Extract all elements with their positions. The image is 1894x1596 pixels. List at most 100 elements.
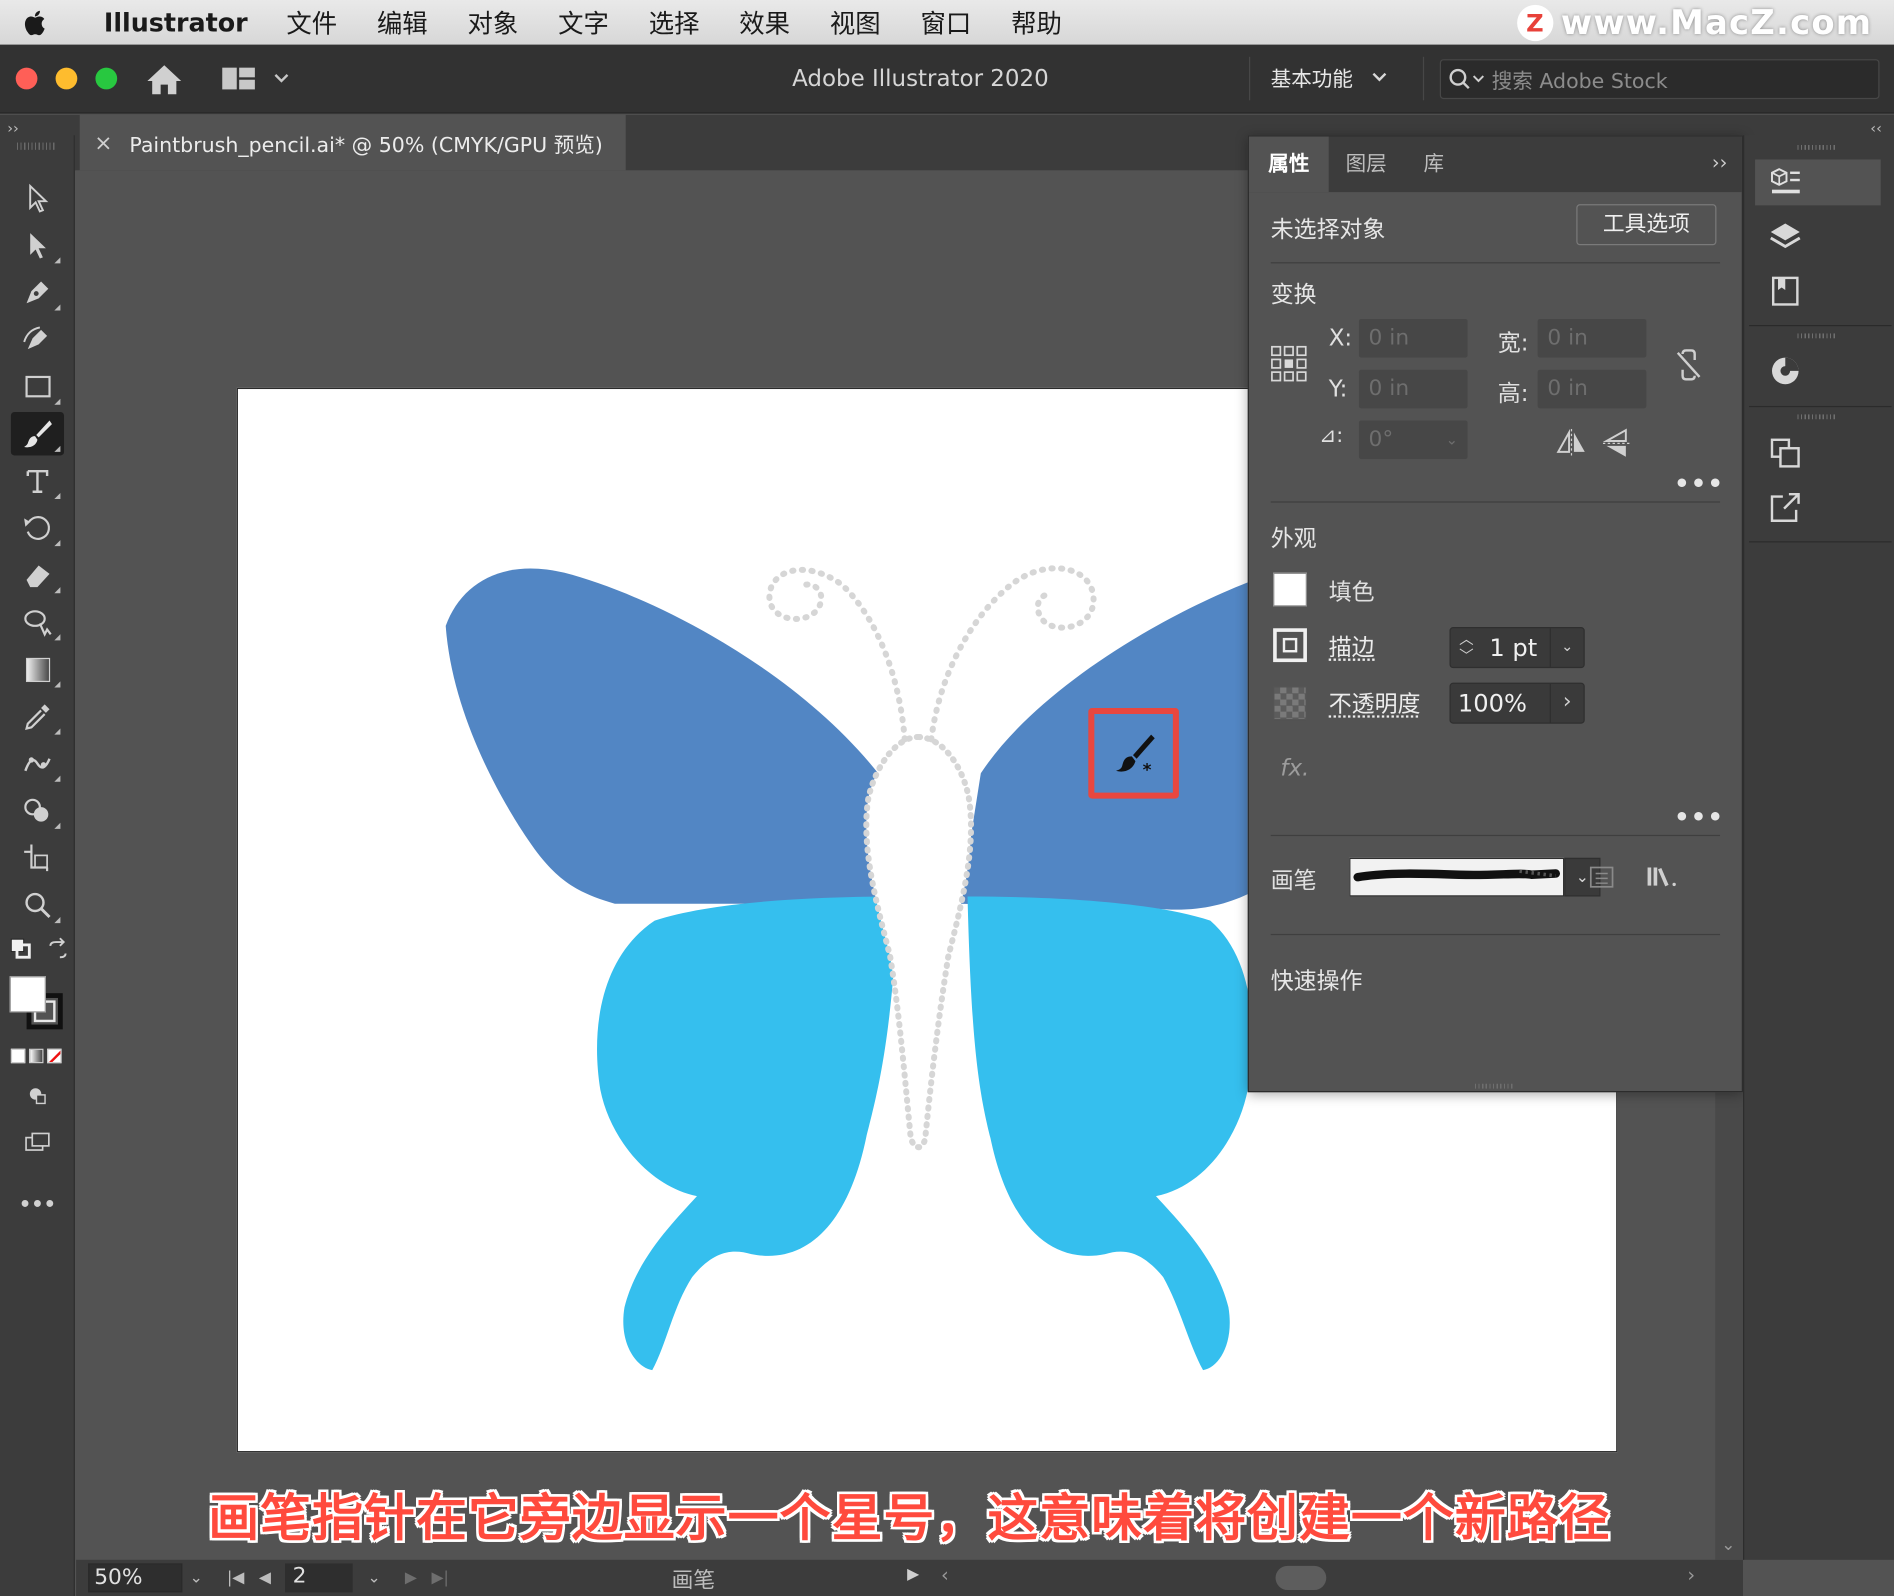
scroll-left-icon[interactable]: ‹: [941, 1563, 949, 1586]
width-field[interactable]: 0 in: [1537, 318, 1647, 358]
rotate-tool[interactable]: [11, 506, 64, 549]
artboard-number-field[interactable]: 2: [285, 1563, 354, 1593]
brush-options-icon[interactable]: [1588, 864, 1615, 895]
tab-layers[interactable]: 图层: [1329, 137, 1404, 193]
opacity-label[interactable]: 不透明度: [1329, 686, 1421, 719]
dock-grip[interactable]: [1797, 333, 1837, 339]
opacity-swatch[interactable]: [1273, 686, 1307, 721]
menu-window[interactable]: 窗口: [920, 4, 971, 40]
shape-builder-tool[interactable]: [11, 789, 64, 832]
arrange-documents-button[interactable]: [221, 63, 293, 94]
menu-select[interactable]: 选择: [649, 4, 700, 40]
menu-object[interactable]: 对象: [468, 4, 519, 40]
color-mode-gradient[interactable]: [28, 1048, 44, 1064]
zoom-tool[interactable]: [11, 883, 64, 926]
lasso-tool[interactable]: [11, 600, 64, 643]
more-appearance-options[interactable]: •••: [1674, 802, 1724, 831]
first-artboard-icon[interactable]: |◀: [227, 1569, 244, 1587]
horizontal-scroll-thumb[interactable]: [1275, 1565, 1327, 1590]
panel-collapse-icon[interactable]: ››: [1712, 151, 1727, 174]
minimize-window-button[interactable]: [55, 67, 78, 90]
menu-effect[interactable]: 效果: [739, 4, 790, 40]
flip-vertical-icon[interactable]: [1602, 428, 1630, 464]
fill-stroke-swatches[interactable]: [9, 976, 68, 1034]
next-artboard-icon[interactable]: ▶: [405, 1569, 417, 1587]
stroke-label[interactable]: 描边: [1329, 629, 1375, 662]
menu-view[interactable]: 视图: [830, 4, 881, 40]
transform-dock-button[interactable]: [1755, 430, 1881, 476]
chevron-right-icon[interactable]: ›: [1549, 683, 1584, 723]
scroll-down-icon[interactable]: ⌄: [1721, 1536, 1735, 1555]
menu-edit[interactable]: 编辑: [377, 4, 428, 40]
scroll-right-icon[interactable]: ›: [1687, 1563, 1695, 1586]
artboard-tool[interactable]: [11, 836, 64, 879]
flip-horizontal-icon[interactable]: [1556, 428, 1587, 460]
menu-type[interactable]: 文字: [558, 4, 609, 40]
default-colors-button[interactable]: [4, 932, 40, 968]
brush-definition-select[interactable]: [1349, 857, 1565, 897]
opacity-field[interactable]: 100% ›: [1449, 682, 1585, 724]
rectangle-tool[interactable]: [11, 365, 64, 408]
home-icon[interactable]: [145, 62, 184, 98]
export-dock-button[interactable]: [1755, 484, 1881, 530]
tool-options-button[interactable]: 工具选项: [1576, 204, 1717, 246]
reference-point-icon[interactable]: [1270, 344, 1309, 383]
zoom-window-button[interactable]: [95, 67, 118, 90]
panel-grip[interactable]: [16, 142, 56, 150]
fx-icon[interactable]: fx.: [1280, 755, 1309, 782]
libraries-dock-button[interactable]: [1755, 268, 1881, 314]
app-menu[interactable]: Illustrator: [104, 8, 248, 37]
previous-artboard-icon[interactable]: ◀: [259, 1569, 271, 1587]
vertical-scrollbar[interactable]: ⌄: [1715, 1092, 1743, 1560]
expand-toolbar-icon[interactable]: ››: [7, 120, 19, 137]
curvature-tool[interactable]: [11, 318, 64, 361]
chevron-down-icon[interactable]: ⌄: [1549, 628, 1584, 667]
close-window-button[interactable]: [15, 67, 38, 90]
height-field[interactable]: 0 in: [1537, 369, 1647, 409]
panel-resize-grip[interactable]: [1474, 1083, 1514, 1089]
eyedropper-tool[interactable]: [11, 695, 64, 738]
workspace-switcher[interactable]: 基本功能: [1271, 62, 1389, 92]
dock-grip[interactable]: [1797, 414, 1837, 420]
constrain-proportions-icon[interactable]: [1674, 349, 1703, 385]
tab-libraries[interactable]: 库: [1404, 137, 1464, 193]
layers-dock-button[interactable]: [1755, 214, 1881, 260]
stroke-weight-field[interactable]: ︿ ﹀ 1 pt ⌄: [1449, 627, 1585, 669]
tab-properties[interactable]: 属性: [1248, 136, 1329, 193]
selection-tool[interactable]: [11, 176, 64, 219]
rotation-field[interactable]: 0° ⌄: [1358, 420, 1468, 460]
zoom-dropdown-icon[interactable]: ⌄: [190, 1569, 203, 1587]
stepper-icon[interactable]: ︿ ﹀: [1451, 631, 1482, 665]
close-tab-icon[interactable]: ×: [94, 130, 112, 155]
y-field[interactable]: 0 in: [1358, 369, 1468, 409]
brush-libraries-icon[interactable]: [1645, 864, 1679, 895]
artboard-dropdown-icon[interactable]: ⌄: [368, 1569, 381, 1587]
stroke-color-swatch[interactable]: [1273, 628, 1307, 663]
collapse-panels-icon[interactable]: ‹‹: [1870, 120, 1882, 137]
zoom-level-field[interactable]: 50%: [88, 1563, 183, 1593]
gradient-tool[interactable]: [11, 648, 64, 691]
color-mode-none[interactable]: [47, 1048, 62, 1064]
draw-mode-button[interactable]: [11, 1074, 64, 1117]
apple-icon[interactable]: [0, 0, 72, 45]
puppet-warp-tool[interactable]: [11, 742, 64, 785]
edit-toolbar-button[interactable]: •••: [11, 1182, 64, 1225]
type-tool[interactable]: [11, 459, 64, 502]
last-artboard-icon[interactable]: ▶|: [431, 1569, 448, 1587]
menu-file[interactable]: 文件: [286, 4, 337, 40]
pen-tool[interactable]: [11, 271, 64, 314]
x-field[interactable]: 0 in: [1358, 318, 1468, 358]
color-mode-solid[interactable]: [10, 1048, 26, 1064]
eraser-tool[interactable]: [11, 553, 64, 596]
paintbrush-tool[interactable]: [10, 411, 65, 456]
color-guide-dock-button[interactable]: [1755, 348, 1881, 394]
direct-selection-tool[interactable]: [11, 224, 64, 267]
dock-grip[interactable]: [1797, 144, 1837, 150]
document-tab[interactable]: × Paintbrush_pencil.ai* @ 50% (CMYK/GPU …: [79, 114, 626, 171]
swap-colors-button[interactable]: [40, 932, 76, 968]
fill-swatch[interactable]: [9, 976, 46, 1013]
more-transform-options[interactable]: •••: [1674, 469, 1724, 498]
screen-mode-button[interactable]: [11, 1120, 64, 1163]
fill-color-swatch[interactable]: [1273, 572, 1307, 607]
adobe-stock-search[interactable]: 搜索 Adobe Stock: [1439, 59, 1880, 100]
